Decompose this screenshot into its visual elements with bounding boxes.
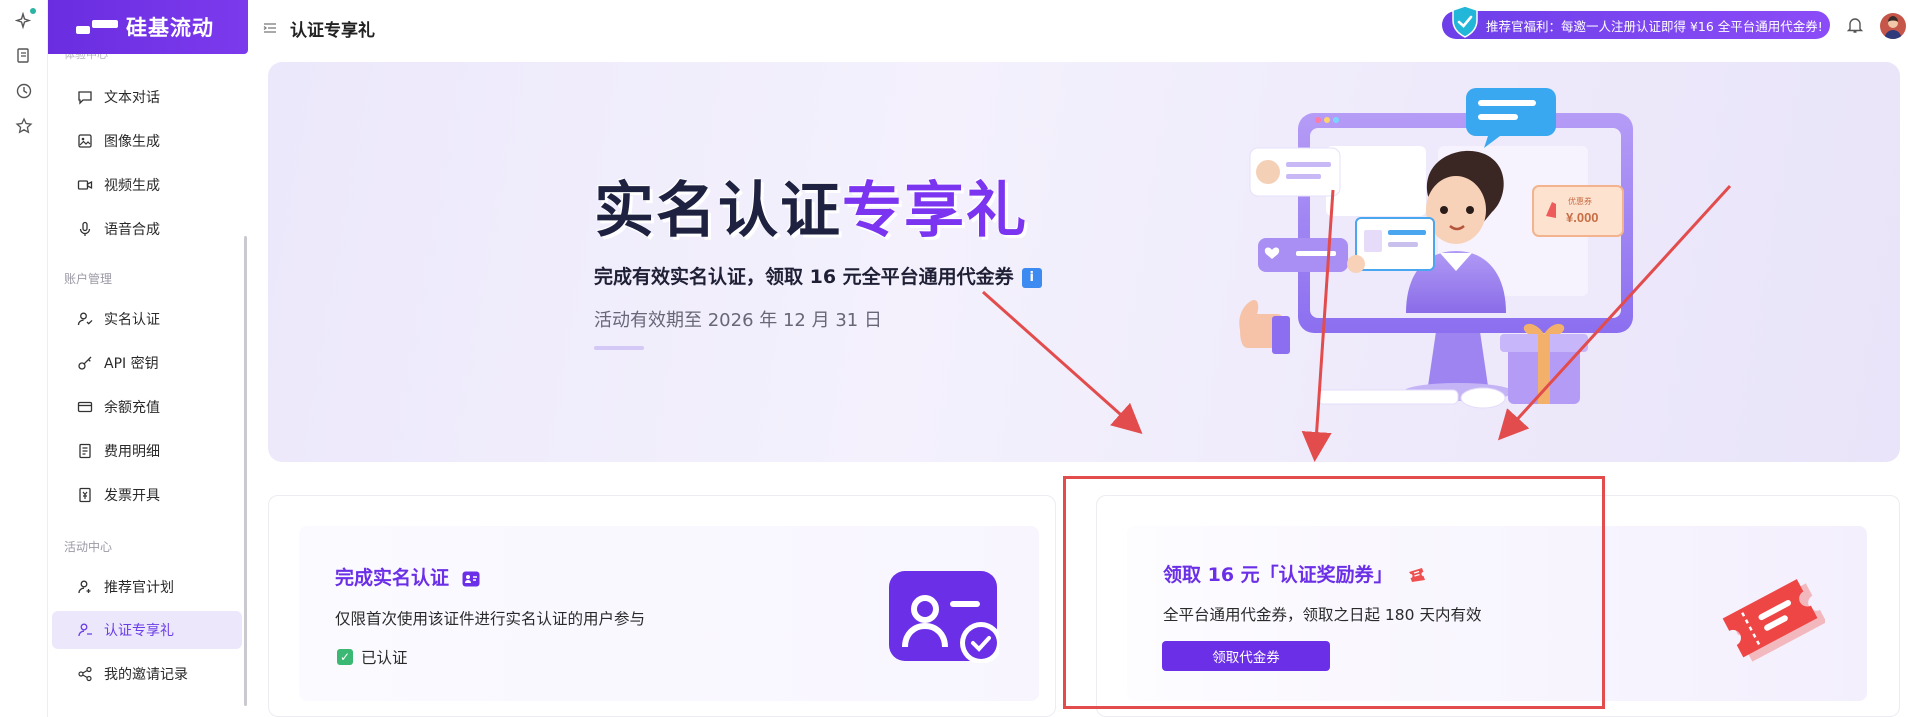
sidebar-item-invites[interactable]: 我的邀请记录 (52, 655, 242, 693)
bill-icon (76, 442, 94, 460)
sidebar-item-api-keys[interactable]: API 密钥 (52, 344, 242, 382)
user-id-verified-icon (889, 571, 999, 663)
invoice-icon (76, 486, 94, 504)
section-label-account: 账户管理 (64, 272, 113, 286)
sidebar-item-label: 图像生成 (104, 134, 160, 150)
sidebar-item-label: 费用明细 (104, 444, 160, 460)
coupon-ticket-icon (1722, 579, 1825, 662)
sidebar-item-label: 我的邀请记录 (104, 667, 188, 683)
check-icon: ✓ (337, 649, 353, 665)
ticket-icon (1409, 568, 1426, 582)
sidebar-item-text-chat[interactable]: 文本对话 (52, 78, 242, 116)
chat-icon (76, 88, 94, 106)
collapse-menu-icon[interactable] (262, 20, 278, 36)
icon-rail (0, 0, 48, 717)
history-icon[interactable] (13, 80, 35, 102)
sidebar-item-label: 认证专享礼 (104, 623, 174, 639)
sidebar-item-image-gen[interactable]: 图像生成 (52, 122, 242, 160)
sidebar-item-video-gen[interactable]: 视频生成 (52, 166, 242, 204)
sidebar-item-cert-gift[interactable]: 认证专享礼 (52, 611, 242, 649)
sidebar-item-billing[interactable]: 费用明细 (52, 432, 242, 470)
sidebar-item-label: 视频生成 (104, 178, 160, 194)
hero-subtitle: 完成有效实名认证，领取 16 元全平台通用代金券 i (594, 262, 1042, 289)
referral-promo-banner[interactable]: 推荐官福利：每邀一人注册认证即得 ¥16 全平台通用代金券! (1442, 5, 1830, 39)
notification-dot (30, 8, 36, 14)
svg-text:优惠券: 优惠券 (1568, 196, 1592, 206)
hero-title: 实名认证专享礼 (594, 176, 1028, 246)
reward-card-desc: 全平台通用代金券，领取之日起 180 天内有效 (1163, 606, 1482, 624)
hero-validity: 活动有效期至 2026 年 12 月 31 日 (594, 310, 882, 331)
hero-divider (594, 346, 644, 350)
bell-icon[interactable] (1846, 16, 1864, 34)
hero-banner: 实名认证专享礼 完成有效实名认证，领取 16 元全平台通用代金券 i 活动有效期至… (268, 62, 1900, 462)
logo-mark-icon (76, 18, 120, 36)
verify-card-title: 完成实名认证 (335, 563, 480, 590)
document-icon[interactable] (13, 45, 35, 67)
reward-card: 领取 16 元「认证奖励券」 全平台通用代金券，领取之日起 180 天内有效 (1096, 495, 1900, 717)
reward-card-title: 领取 16 元「认证奖励券」 (1163, 560, 1427, 587)
brand-logo[interactable]: 硅基流动 (48, 0, 248, 54)
claim-coupon-button[interactable]: 领取代金券 (1162, 641, 1330, 671)
verify-card-desc: 仅限首次使用该证件进行实名认证的用户参与 (335, 610, 646, 628)
promo-text: 推荐官福利：每邀一人注册认证即得 ¥16 全平台通用代金券! (1486, 18, 1823, 34)
verified-label: 已认证 (361, 649, 408, 667)
card-icon (76, 398, 94, 416)
sidebar-item-real-name[interactable]: 实名认证 (52, 300, 242, 338)
sidebar-item-referral[interactable]: 推荐官计划 (52, 568, 242, 606)
sidebar-item-label: 推荐官计划 (104, 580, 174, 596)
shield-check-icon (1452, 5, 1478, 38)
sidebar-item-label: 文本对话 (104, 90, 160, 106)
sidebar-item-recharge[interactable]: 余额充值 (52, 388, 242, 426)
mic-icon (76, 220, 94, 238)
referral-icon (76, 578, 94, 596)
sidebar-item-label: 余额充值 (104, 400, 160, 416)
gift-user-icon (76, 621, 94, 639)
sidebar-item-speech[interactable]: 语音合成 (52, 210, 242, 248)
verified-status: ✓ 已认证 (337, 646, 408, 668)
video-icon (76, 176, 94, 194)
sidebar-scrollbar[interactable] (244, 236, 247, 706)
sidebar-item-label: API 密钥 (104, 356, 159, 372)
svg-text:¥.000: ¥.000 (1566, 210, 1599, 225)
id-card-icon (462, 571, 480, 587)
sidebar: 体验中心 硅基流动 文本对话 图像生成 视频生成 语音合成 账户管理 实名认证 … (48, 0, 248, 717)
user-check-icon (76, 310, 94, 328)
brand-name: 硅基流动 (126, 16, 214, 40)
sidebar-item-invoice[interactable]: 发票开具 (52, 476, 242, 514)
page-title: 认证专享礼 (290, 20, 375, 41)
sidebar-item-label: 实名认证 (104, 312, 160, 328)
image-icon (76, 132, 94, 150)
avatar[interactable] (1880, 13, 1906, 39)
key-icon (76, 354, 94, 372)
hero-illustration: 优惠券 ¥.000 (1239, 88, 1633, 409)
star-icon[interactable] (13, 115, 35, 137)
sidebar-item-label: 语音合成 (104, 222, 160, 238)
section-label-activity: 活动中心 (64, 540, 113, 554)
sidebar-item-label: 发票开具 (104, 488, 160, 504)
info-icon[interactable]: i (1021, 268, 1042, 288)
share-icon (76, 665, 94, 683)
verify-card: 完成实名认证 仅限首次使用该证件进行实名认证的用户参与 ✓ 已认证 (268, 495, 1056, 717)
